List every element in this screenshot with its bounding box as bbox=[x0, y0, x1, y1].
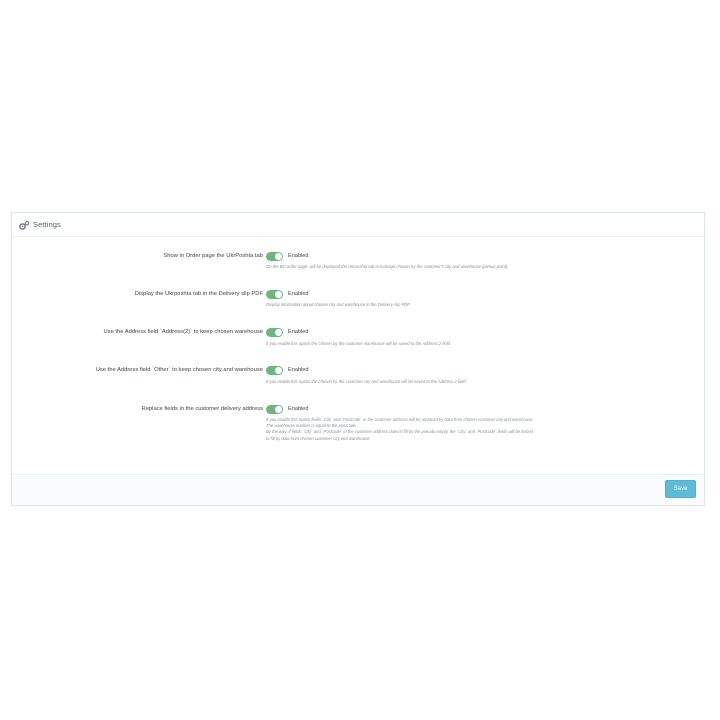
panel-heading: Settings bbox=[12, 213, 704, 237]
help-line: If you enable this option the chosen by … bbox=[266, 379, 466, 384]
toggle-switch[interactable] bbox=[266, 251, 283, 261]
settings-panel: Settings Show in Order page the UkrPosht… bbox=[11, 212, 705, 506]
gears-icon bbox=[18, 219, 30, 231]
field-label: Use the Address field `Address(2)` to ke… bbox=[103, 329, 264, 335]
toggle-knob bbox=[275, 290, 282, 298]
toggle-label: Enabled bbox=[288, 253, 309, 259]
save-button[interactable]: Save bbox=[665, 480, 696, 498]
toggle-knob bbox=[275, 328, 282, 336]
field-control: Enabled If you enable this option fields… bbox=[266, 404, 666, 442]
help-line: Display information about chosen city an… bbox=[266, 302, 410, 307]
field-control: Enabled If you enable this option the ch… bbox=[266, 365, 666, 385]
help-line: If you enable this option the chosen by … bbox=[266, 341, 450, 346]
field-control: Enabled If you enable this option the ch… bbox=[266, 327, 666, 347]
help-text: Display information about chosen city an… bbox=[266, 302, 666, 308]
field-control: Enabled On the BO order page, will be di… bbox=[266, 251, 666, 270]
help-line: to fill by data from chosen customer cit… bbox=[266, 435, 371, 441]
toggle-label: Enabled bbox=[288, 406, 309, 412]
help-text: If you enable this option the chosen by … bbox=[266, 341, 666, 347]
toggle-switch[interactable] bbox=[266, 365, 283, 375]
toggle-knob bbox=[275, 252, 282, 260]
help-text: If you enable this option the chosen by … bbox=[266, 379, 666, 385]
help-text: If you enable this option fields `City` … bbox=[266, 417, 666, 442]
field-label: Show in Order page the UkrPoshta tab bbox=[163, 253, 263, 259]
panel-title: Settings bbox=[33, 220, 61, 229]
toggle-switch[interactable] bbox=[266, 289, 283, 299]
toggle-switch[interactable] bbox=[266, 404, 283, 414]
toggle-knob bbox=[275, 405, 282, 413]
toggle-label: Enabled bbox=[288, 291, 309, 297]
help-text: On the BO order page, will be displayed … bbox=[266, 264, 666, 270]
field-label: Replace fields in the customer delivery … bbox=[141, 406, 263, 412]
field-label: Use the Address field `Other` to keep ch… bbox=[95, 367, 263, 373]
field-control: Enabled Display information about chosen… bbox=[266, 289, 666, 308]
toggle-switch[interactable] bbox=[266, 327, 283, 337]
toggle-knob bbox=[275, 366, 282, 374]
help-line: On the BO order page, will be displayed … bbox=[266, 264, 509, 269]
field-label: Display the Ukrposhta tab in the Deliver… bbox=[134, 291, 263, 297]
panel-footer: Save bbox=[12, 474, 704, 505]
toggle-label: Enabled bbox=[288, 329, 309, 335]
toggle-label: Enabled bbox=[288, 367, 309, 373]
